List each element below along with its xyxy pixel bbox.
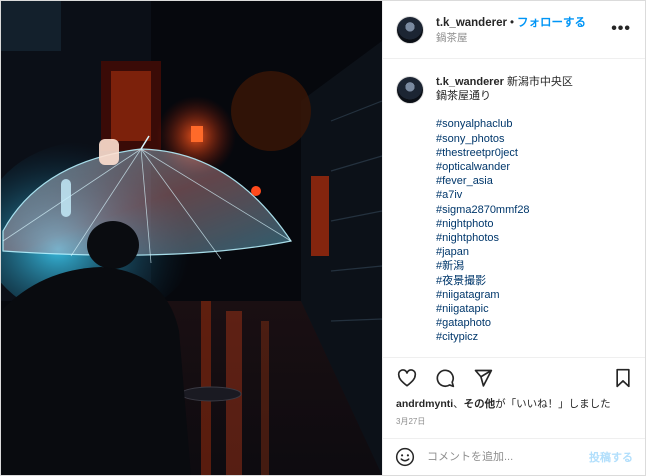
comment-input[interactable]: [427, 451, 589, 463]
likes-suffix: が「いいね！」しました: [495, 398, 611, 410]
hashtag-link[interactable]: #niigatagram: [436, 288, 573, 302]
comment-icon[interactable]: [434, 367, 456, 389]
caption-text: t.k_wanderer 新潟市中央区 鍋茶屋通り #sonyalphaclub…: [436, 75, 573, 357]
post-photo[interactable]: [1, 1, 382, 475]
hashtag-link[interactable]: #a7iv: [436, 188, 573, 202]
caption-area: t.k_wanderer 新潟市中央区 鍋茶屋通り #sonyalphaclub…: [383, 59, 645, 357]
header-info: t.k_wanderer • フォローする 鍋茶屋: [436, 16, 586, 46]
paper-plane-icon[interactable]: [472, 367, 494, 389]
night-street-umbrella-image: [1, 1, 382, 475]
hashtag-link[interactable]: #夜景撮影: [436, 274, 573, 288]
caption-avatar[interactable]: [396, 76, 424, 104]
hashtag-link[interactable]: #gataphoto: [436, 316, 573, 330]
hashtag-link[interactable]: #sigma2870mmf28: [436, 203, 573, 217]
liker-username[interactable]: andrdmynti: [396, 398, 453, 410]
follow-button[interactable]: フォローする: [517, 17, 586, 29]
post-comment-button[interactable]: 投稿する: [589, 449, 633, 465]
post-header: t.k_wanderer • フォローする 鍋茶屋 •••: [383, 1, 645, 59]
hashtag-link[interactable]: #sony_photos: [436, 132, 573, 146]
action-bar: [383, 357, 645, 397]
hashtag-link[interactable]: #nightphoto: [436, 217, 573, 231]
comment-bar: 投稿する: [383, 438, 645, 475]
post-date: 3月27日: [396, 417, 426, 426]
header-user-line: t.k_wanderer • フォローする: [436, 16, 586, 31]
post-dialog: t.k_wanderer • フォローする 鍋茶屋 ••• t.k_wanderer…: [0, 0, 646, 476]
hashtag-link[interactable]: #thestreetpr0ject: [436, 146, 573, 160]
hashtag-link[interactable]: #niigatapic: [436, 302, 573, 316]
location-link[interactable]: 鍋茶屋: [436, 31, 586, 46]
post-sidebar: t.k_wanderer • フォローする 鍋茶屋 ••• t.k_wanderer…: [382, 1, 645, 475]
hashtag-link[interactable]: #nightphotos: [436, 231, 573, 245]
bookmark-icon[interactable]: [612, 367, 634, 389]
username-link[interactable]: t.k_wanderer: [436, 17, 507, 29]
separator-dot: •: [509, 16, 514, 29]
hashtag-link[interactable]: #fever_asia: [436, 174, 573, 188]
likes-connector: 、: [453, 398, 464, 410]
hashtag-link[interactable]: #opticalwander: [436, 160, 573, 174]
likes-line: andrdmynti、その他が「いいね！」しました: [383, 397, 645, 414]
avatar[interactable]: [396, 15, 424, 44]
hashtag-link[interactable]: #citypicz: [436, 330, 573, 344]
caption-username[interactable]: t.k_wanderer: [436, 76, 504, 88]
hashtag-link[interactable]: #新潟: [436, 259, 573, 273]
heart-icon[interactable]: [396, 367, 418, 389]
likes-others-link[interactable]: その他: [464, 398, 496, 410]
caption-line1: 新潟市中央区: [506, 76, 573, 88]
hashtag-list: #sonyalphaclub #sony_photos #thestreetpr…: [436, 117, 573, 344]
smiley-icon[interactable]: [395, 447, 415, 467]
caption-line2: 鍋茶屋通り: [436, 90, 491, 103]
more-options-icon[interactable]: •••: [611, 20, 631, 38]
hashtag-link[interactable]: #japan: [436, 245, 573, 259]
hashtag-link[interactable]: #sonyalphaclub: [436, 117, 573, 131]
